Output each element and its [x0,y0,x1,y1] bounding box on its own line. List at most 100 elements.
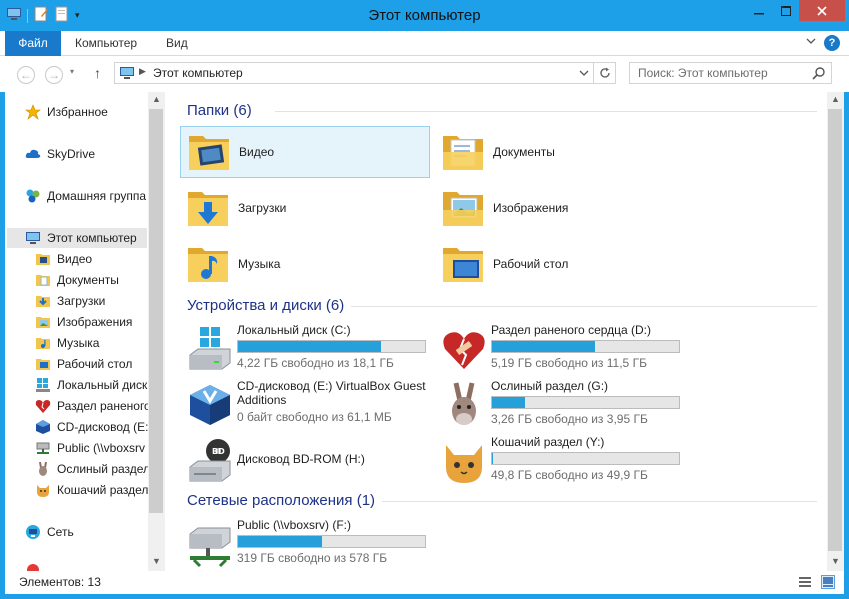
desktop-folder-icon [443,248,483,282]
group-folders-header[interactable]: Папки (6) [187,102,252,119]
recent-locations-icon[interactable]: ▾ [70,67,74,76]
folder-downloads[interactable]: Загрузки [180,182,430,234]
tab-file[interactable]: Файл [5,31,61,56]
nav-homegroup[interactable]: Домашняя группа [25,186,146,206]
nav-partial-item[interactable] [25,560,47,571]
details-view-icon[interactable] [798,575,812,589]
content-scrollbar[interactable]: ▲ ▼ [827,92,844,571]
explorer-window: ▾ Этот компьютер Файл Компьютер Вид ? ← … [0,0,849,599]
nav-donkey-partition[interactable]: Ослиный раздел [35,459,148,479]
network-drive-icon [189,527,231,568]
nav-documents-label: Документы [57,273,119,287]
user-icon [25,562,41,571]
content-pane: Папки (6) Видео Документы Загрузки Изобр… [165,92,826,571]
scroll-up-icon[interactable]: ▲ [829,94,842,104]
drive-item[interactable]: Раздел раненого сердца (D:) 5,19 ГБ своб… [436,323,686,375]
cat-icon [446,445,482,483]
documents-folder-icon [35,272,51,288]
drive-item[interactable]: Ослиный раздел (G:) 3,26 ГБ свободно из … [436,379,686,431]
virtualbox-icon [190,385,230,425]
folder-pictures-label: Изображения [493,201,569,215]
folder-video[interactable]: Видео [180,126,430,178]
nav-public-share[interactable]: Public (\\vboxsrv [35,438,145,458]
tab-view[interactable]: Вид [166,31,188,56]
donkey-icon [35,461,51,477]
nav-heart-partition[interactable]: Раздел раненого [35,396,148,416]
scroll-up-icon[interactable]: ▲ [150,94,163,104]
maximize-button[interactable] [772,0,799,21]
scroll-down-icon[interactable]: ▼ [829,556,842,566]
nav-skydrive[interactable]: SkyDrive [25,144,95,164]
nav-music[interactable]: Музыка [35,333,99,353]
breadcrumb[interactable]: Этот компьютер [153,66,243,80]
drive-item[interactable]: BD Дисковод BD-ROM (H:) [182,435,432,487]
content-scroll-thumb[interactable] [828,109,842,551]
tiles-view-icon[interactable] [821,575,835,589]
drive-item[interactable]: Локальный диск (C:) 4,22 ГБ свободно из … [182,323,432,375]
drive-usage-fill [492,397,525,408]
folder-music[interactable]: Музыка [180,238,430,290]
folder-desktop[interactable]: Рабочий стол [435,238,685,290]
up-button[interactable]: ↑ [94,65,101,81]
svg-text:BD: BD [212,447,225,456]
nav-network[interactable]: Сеть [25,522,74,542]
drive-item[interactable]: CD-дисковод (E:) VirtualBox Guest Additi… [182,379,432,431]
nav-pictures[interactable]: Изображения [35,312,132,332]
nav-downloads[interactable]: Загрузки [35,291,105,311]
downloads-folder-icon [188,192,228,226]
item-count: Элементов: 13 [19,575,101,589]
nav-desktop[interactable]: Рабочий стол [35,354,132,374]
forward-button[interactable]: → [45,66,63,84]
drive-free-space: 3,26 ГБ свободно из 3,95 ГБ [491,412,648,426]
window-title: Этот компьютер [368,7,481,24]
nav-local-disk[interactable]: Локальный диск [35,375,147,395]
drive-name: Ослиный раздел (G:) [491,379,609,393]
expand-ribbon-icon[interactable] [805,35,817,50]
desktop-folder-icon [35,356,51,372]
network-drive-item[interactable]: Public (\\vboxsrv) (F:) 319 ГБ свободно … [182,518,432,570]
tab-computer[interactable]: Компьютер [75,31,137,56]
back-button[interactable]: ← [17,66,35,84]
address-bar[interactable]: ▶ Этот компьютер [114,62,594,84]
nav-this-computer[interactable]: Этот компьютер [25,228,137,248]
nav-scrollbar[interactable]: ▲ ▼ [148,92,165,571]
breadcrumb-separator-icon[interactable]: ▶ [139,66,146,77]
close-button[interactable] [799,0,845,21]
broken-heart-icon [35,398,51,414]
drive-usage-fill [238,536,322,547]
drive-free-space: 5,19 ГБ свободно из 11,5 ГБ [491,356,647,370]
address-dropdown-icon[interactable] [579,67,589,81]
nav-cat-partition[interactable]: Кошачий раздел [35,480,148,500]
ribbon-tabs: Файл Компьютер Вид ? [0,31,849,56]
group-divider [351,306,817,307]
drive-usage-bar [491,452,680,465]
folder-documents[interactable]: Документы [435,126,685,178]
drive-free-space: 4,22 ГБ свободно из 18,1 ГБ [237,356,394,370]
pictures-folder-icon [35,314,51,330]
help-icon[interactable]: ? [824,35,840,51]
nav-cd-drive[interactable]: CD-дисковод (E: [35,417,148,437]
nav-favorites[interactable]: Избранное [25,102,108,122]
folder-pictures[interactable]: Изображения [435,182,685,234]
drive-free-space: 49,8 ГБ свободно из 49,9 ГБ [491,468,648,482]
drive-name: Локальный диск (C:) [237,323,351,337]
star-icon [25,104,41,120]
drive-usage-fill [238,341,382,352]
drive-name: CD-дисковод (E:) VirtualBox Guest Additi… [237,379,426,407]
cat-icon [35,482,51,498]
drive-item[interactable]: Кошачий раздел (Y:) 49,8 ГБ свободно из … [436,435,686,487]
group-network-header[interactable]: Сетевые расположения (1) [187,492,375,509]
nav-video[interactable]: Видео [35,249,92,269]
refresh-button[interactable] [594,62,616,84]
nav-scroll-thumb[interactable] [149,109,163,513]
status-bar: Элементов: 13 [5,571,844,594]
drive-usage-bar [237,340,426,353]
folder-music-label: Музыка [238,257,281,271]
search-icon[interactable] [812,66,826,83]
scroll-down-icon[interactable]: ▼ [150,556,163,566]
search-input[interactable]: Поиск: Этот компьютер [629,62,832,84]
nav-cd-drive-label: CD-дисковод (E: [57,420,148,434]
nav-documents[interactable]: Документы [35,270,119,290]
group-devices-header[interactable]: Устройства и диски (6) [187,297,344,314]
minimize-button[interactable] [745,0,772,21]
